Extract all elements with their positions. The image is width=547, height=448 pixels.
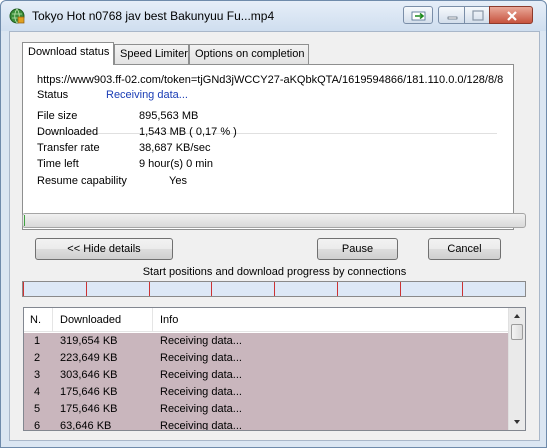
row-downloaded: 63,646 KB bbox=[60, 420, 112, 431]
export-button[interactable] bbox=[403, 6, 433, 24]
dialog-body: Download status Speed Limiter Options on… bbox=[9, 31, 540, 441]
cancel-button[interactable]: Cancel bbox=[428, 238, 501, 260]
connections-progress-bar bbox=[22, 281, 526, 297]
list-header: N. Downloaded Info bbox=[24, 308, 509, 332]
file-size-label: File size bbox=[37, 110, 78, 122]
download-url: https://www903.ff-02.com/token=tjGNd3jWC… bbox=[37, 74, 504, 86]
connection-start-marker bbox=[149, 282, 150, 296]
row-number: 4 bbox=[34, 386, 41, 398]
connection-start-marker bbox=[400, 282, 401, 296]
download-progress-bar bbox=[22, 213, 526, 228]
column-header-no[interactable]: N. bbox=[30, 314, 41, 326]
download-status-panel: https://www903.ff-02.com/token=tjGNd3jWC… bbox=[22, 64, 514, 230]
vertical-scrollbar[interactable] bbox=[508, 308, 525, 430]
close-icon bbox=[507, 11, 517, 21]
row-number: 2 bbox=[34, 352, 41, 364]
arrow-right-icon bbox=[411, 11, 426, 21]
column-header-info[interactable]: Info bbox=[160, 314, 178, 326]
tab-download-status[interactable]: Download status bbox=[22, 42, 114, 65]
downloaded-label: Downloaded bbox=[37, 126, 99, 138]
connection-start-marker bbox=[274, 282, 275, 296]
column-header-downloaded[interactable]: Downloaded bbox=[60, 314, 121, 326]
time-left-value: 9 hour(s) 0 min bbox=[139, 158, 213, 170]
file-size-value: 895,563 MB bbox=[139, 110, 199, 122]
transfer-rate-label: Transfer rate bbox=[37, 142, 100, 154]
minimize-icon bbox=[447, 16, 458, 20]
connections-list[interactable]: N. Downloaded Info 1 319,654 KB Receivin… bbox=[23, 307, 526, 431]
table-row[interactable]: 6 63,646 KB Receiving data... bbox=[24, 418, 509, 431]
maximize-icon bbox=[472, 10, 484, 21]
connection-start-marker bbox=[23, 282, 24, 296]
window-title: Tokyo Hot n0768 jav best Bakunyuu Fu...m… bbox=[32, 9, 275, 23]
table-row[interactable]: 5 175,646 KB Receiving data... bbox=[24, 401, 509, 418]
table-row[interactable]: 2 223,649 KB Receiving data... bbox=[24, 350, 509, 367]
scroll-up-arrow-icon[interactable] bbox=[509, 308, 525, 324]
divider bbox=[37, 133, 497, 134]
row-info: Receiving data... bbox=[160, 420, 242, 431]
tab-speed-limiter[interactable]: Speed Limiter bbox=[114, 44, 189, 64]
status-value: Receiving data... bbox=[106, 89, 188, 101]
connection-start-marker bbox=[462, 282, 463, 296]
time-left-label: Time left bbox=[37, 158, 79, 170]
pause-button[interactable]: Pause bbox=[317, 238, 398, 260]
downloaded-value: 1,543 MB ( 0,17 % ) bbox=[139, 126, 237, 138]
row-number: 3 bbox=[34, 369, 41, 381]
idm-globe-icon bbox=[9, 8, 25, 24]
column-divider[interactable] bbox=[152, 308, 153, 332]
maximize-button[interactable] bbox=[464, 6, 490, 24]
close-button[interactable] bbox=[489, 6, 533, 24]
scrollbar-thumb[interactable] bbox=[511, 324, 523, 340]
table-row[interactable]: 1 319,654 KB Receiving data... bbox=[24, 333, 509, 350]
resume-capability-value: Yes bbox=[169, 175, 187, 187]
row-info: Receiving data... bbox=[160, 386, 242, 398]
row-info: Receiving data... bbox=[160, 352, 242, 364]
hide-details-button[interactable]: << Hide details bbox=[35, 238, 173, 260]
download-window: Tokyo Hot n0768 jav best Bakunyuu Fu...m… bbox=[0, 0, 547, 448]
table-row[interactable]: 3 303,646 KB Receiving data... bbox=[24, 367, 509, 384]
title-bar[interactable]: Tokyo Hot n0768 jav best Bakunyuu Fu...m… bbox=[1, 1, 546, 31]
connection-start-marker bbox=[337, 282, 338, 296]
row-downloaded: 303,646 KB bbox=[60, 369, 118, 381]
connection-start-marker bbox=[86, 282, 87, 296]
tab-options-on-completion[interactable]: Options on completion bbox=[189, 44, 309, 64]
row-downloaded: 175,646 KB bbox=[60, 386, 118, 398]
row-downloaded: 319,654 KB bbox=[60, 335, 118, 347]
column-divider[interactable] bbox=[52, 308, 53, 332]
scroll-down-arrow-icon[interactable] bbox=[509, 414, 525, 430]
row-downloaded: 175,646 KB bbox=[60, 403, 118, 415]
connection-start-marker bbox=[211, 282, 212, 296]
connections-title: Start positions and download progress by… bbox=[142, 266, 407, 278]
row-info: Receiving data... bbox=[160, 335, 242, 347]
status-label: Status bbox=[37, 89, 69, 101]
row-number: 6 bbox=[34, 420, 41, 431]
table-row[interactable]: 4 175,646 KB Receiving data... bbox=[24, 384, 509, 401]
progress-fill bbox=[24, 215, 25, 226]
minimize-button[interactable] bbox=[438, 6, 465, 24]
row-info: Receiving data... bbox=[160, 369, 242, 381]
transfer-rate-value: 38,687 KB/sec bbox=[139, 142, 211, 154]
resume-capability-label: Resume capability bbox=[37, 175, 127, 187]
row-number: 5 bbox=[34, 403, 41, 415]
row-info: Receiving data... bbox=[160, 403, 242, 415]
row-number: 1 bbox=[34, 335, 41, 347]
row-downloaded: 223,649 KB bbox=[60, 352, 118, 364]
